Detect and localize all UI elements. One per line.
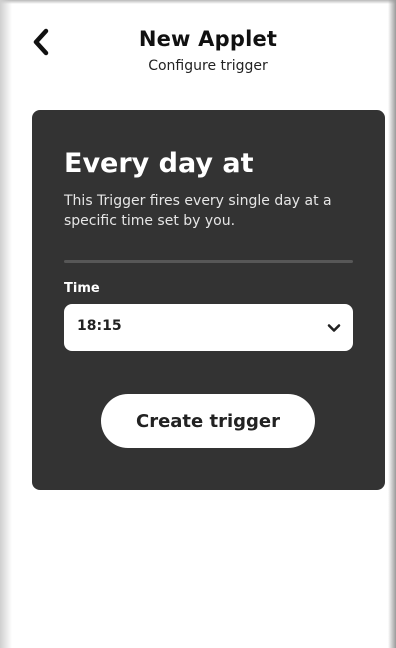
time-select-value: 18:15	[77, 318, 122, 334]
frame-edge-left	[0, 0, 12, 648]
trigger-title: Every day at	[64, 148, 254, 179]
frame-edge-right	[388, 0, 396, 648]
create-trigger-button[interactable]: Create trigger	[101, 394, 315, 448]
page-subtitle: Configure trigger	[148, 58, 268, 74]
trigger-card: Every day at This Trigger fires every si…	[32, 110, 385, 490]
time-select[interactable]: 18:15	[64, 304, 353, 351]
divider	[64, 260, 353, 263]
chevron-down-icon	[327, 324, 341, 332]
trigger-description: This Trigger fires every single day at a…	[64, 193, 332, 229]
page-title: New Applet	[138, 27, 278, 51]
time-label: Time	[64, 281, 100, 296]
header: New Applet Configure trigger	[0, 0, 396, 90]
